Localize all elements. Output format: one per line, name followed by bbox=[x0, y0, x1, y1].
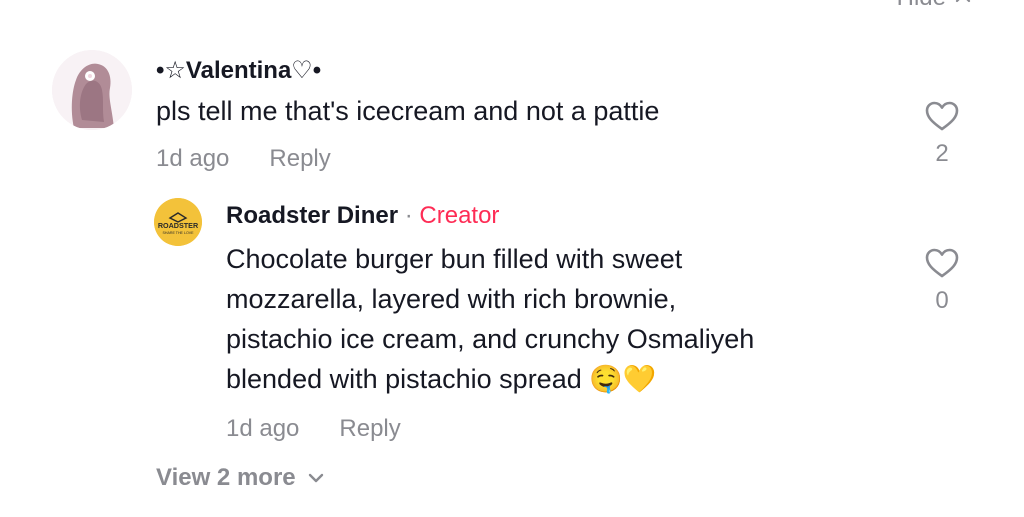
roadster-logo-icon: ROADSTER SHARE THE LOVE bbox=[154, 198, 202, 246]
hide-replies-button[interactable]: Hide bbox=[897, 0, 972, 12]
comment-meta: 1d ago Reply bbox=[156, 145, 331, 173]
comment-username[interactable]: •☆Valentina♡• bbox=[156, 56, 321, 85]
heart-icon bbox=[925, 101, 959, 131]
reply-text-line: mozzarella, layered with rich brownie, bbox=[226, 284, 677, 314]
creator-badge: Creator bbox=[419, 202, 500, 229]
reply-text-line-last: blended with pistachio spread 🤤💛 bbox=[226, 359, 886, 400]
view-more-replies-button[interactable]: View 2 more bbox=[156, 464, 324, 492]
reply-button[interactable]: Reply bbox=[269, 145, 330, 173]
user-silhouette-icon bbox=[52, 50, 132, 130]
creator-separator: · bbox=[404, 202, 413, 229]
heart-icon bbox=[925, 248, 959, 278]
view-more-label: View 2 more bbox=[156, 464, 296, 491]
chevron-down-icon bbox=[308, 473, 323, 483]
comment-text: pls tell me that's icecream and not a pa… bbox=[156, 96, 660, 126]
reply-timestamp: 1d ago bbox=[226, 415, 300, 442]
comment-timestamp: 1d ago bbox=[156, 145, 230, 172]
creator-avatar[interactable]: ROADSTER SHARE THE LOVE bbox=[154, 198, 202, 246]
reply-meta: 1d ago Reply bbox=[226, 415, 401, 443]
like-button[interactable]: 2 bbox=[922, 100, 962, 168]
reply-username[interactable]: Roadster Diner bbox=[226, 202, 398, 229]
avatar-brand-text: ROADSTER bbox=[158, 221, 199, 230]
hide-label: Hide bbox=[897, 0, 946, 12]
avatar-brand-subtext: SHARE THE LOVE bbox=[162, 231, 194, 235]
reply-button[interactable]: Reply bbox=[339, 415, 400, 443]
reply-like-count: 0 bbox=[935, 287, 949, 314]
reply-text: Chocolate burger bun filled with sweet m… bbox=[226, 239, 886, 400]
reply-text-line: blended with pistachio spread bbox=[226, 364, 582, 394]
like-count: 2 bbox=[935, 140, 949, 167]
reply-like-button[interactable]: 0 bbox=[922, 247, 962, 315]
reply-username-line: Roadster Diner · Creator bbox=[226, 202, 499, 230]
avatar[interactable] bbox=[52, 50, 132, 130]
comments-panel: Hide •☆Valentina♡• pls tell me that's ic… bbox=[0, 0, 1024, 517]
chevron-up-icon bbox=[955, 0, 971, 3]
reply-text-line: pistachio ice cream, and crunchy Osmaliy… bbox=[226, 324, 755, 354]
reply-emoji: 🤤💛 bbox=[589, 364, 657, 395]
reply-text-line: Chocolate burger bun filled with sweet bbox=[226, 244, 683, 274]
